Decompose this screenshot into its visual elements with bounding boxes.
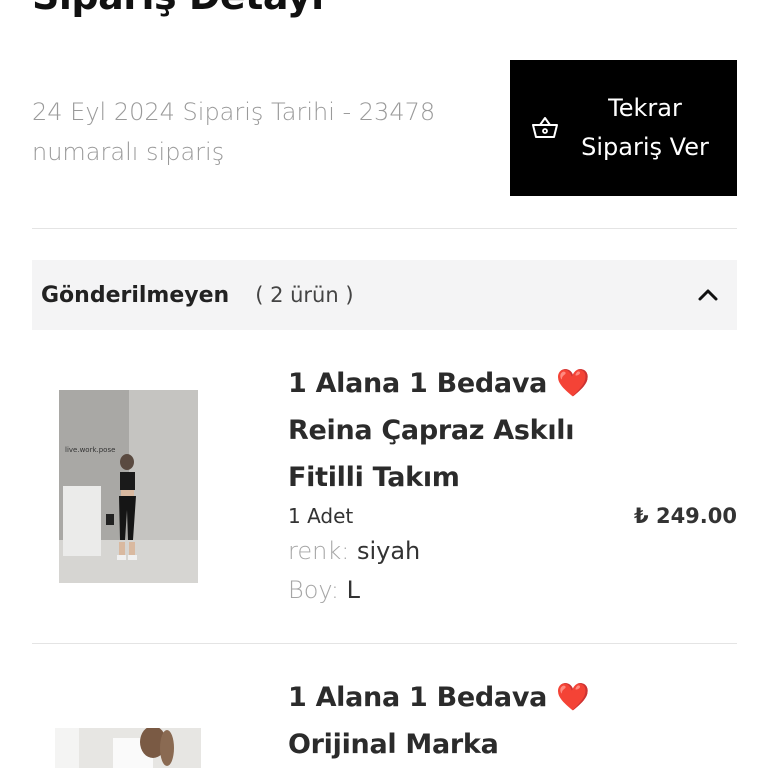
list-item[interactable]: 1 Alana 1 Bedava ❤️ Orijinal Marka	[32, 674, 737, 768]
divider	[32, 643, 737, 644]
product-price: ₺ 249.00	[634, 504, 737, 528]
divider	[32, 228, 737, 229]
basket-icon	[510, 116, 580, 140]
group-count: ( 2 ürün )	[255, 283, 354, 307]
product-image[interactable]: live.work.pose	[59, 390, 198, 583]
reorder-button[interactable]: Tekrar Sipariş Ver	[510, 60, 737, 196]
unshipped-group-header[interactable]: Gönderilmeyen ( 2 ürün )	[32, 260, 737, 330]
list-item[interactable]: live.work.pose 1 Alana 1 Bedava ❤️ Reina…	[32, 360, 737, 620]
group-title: Gönderilmeyen	[41, 282, 230, 308]
reorder-button-label: Tekrar Sipariş Ver	[581, 94, 709, 161]
heart-emoji: ❤️	[556, 368, 590, 399]
product-name[interactable]: 1 Alana 1 Bedava ❤️ Orijinal Marka	[288, 674, 628, 768]
product-quantity: 1 Adet	[288, 504, 354, 528]
product-name[interactable]: 1 Alana 1 Bedava ❤️ Reina Çapraz Askılı …	[288, 360, 628, 501]
photo-wall-text: live.work.pose	[65, 446, 115, 454]
chevron-up-icon[interactable]	[695, 282, 721, 312]
product-size: Boy: L	[288, 576, 360, 604]
heart-emoji: ❤️	[556, 682, 590, 713]
product-color: renk: siyah	[288, 537, 421, 565]
order-detail-page: Sipariş Detayı 24 Eyl 2024 Sipariş Tarih…	[0, 0, 768, 768]
order-meta: 24 Eyl 2024 Sipariş Tarihi - 23478 numar…	[32, 98, 436, 166]
page-title: Sipariş Detayı	[32, 0, 324, 18]
product-image[interactable]	[55, 728, 201, 768]
